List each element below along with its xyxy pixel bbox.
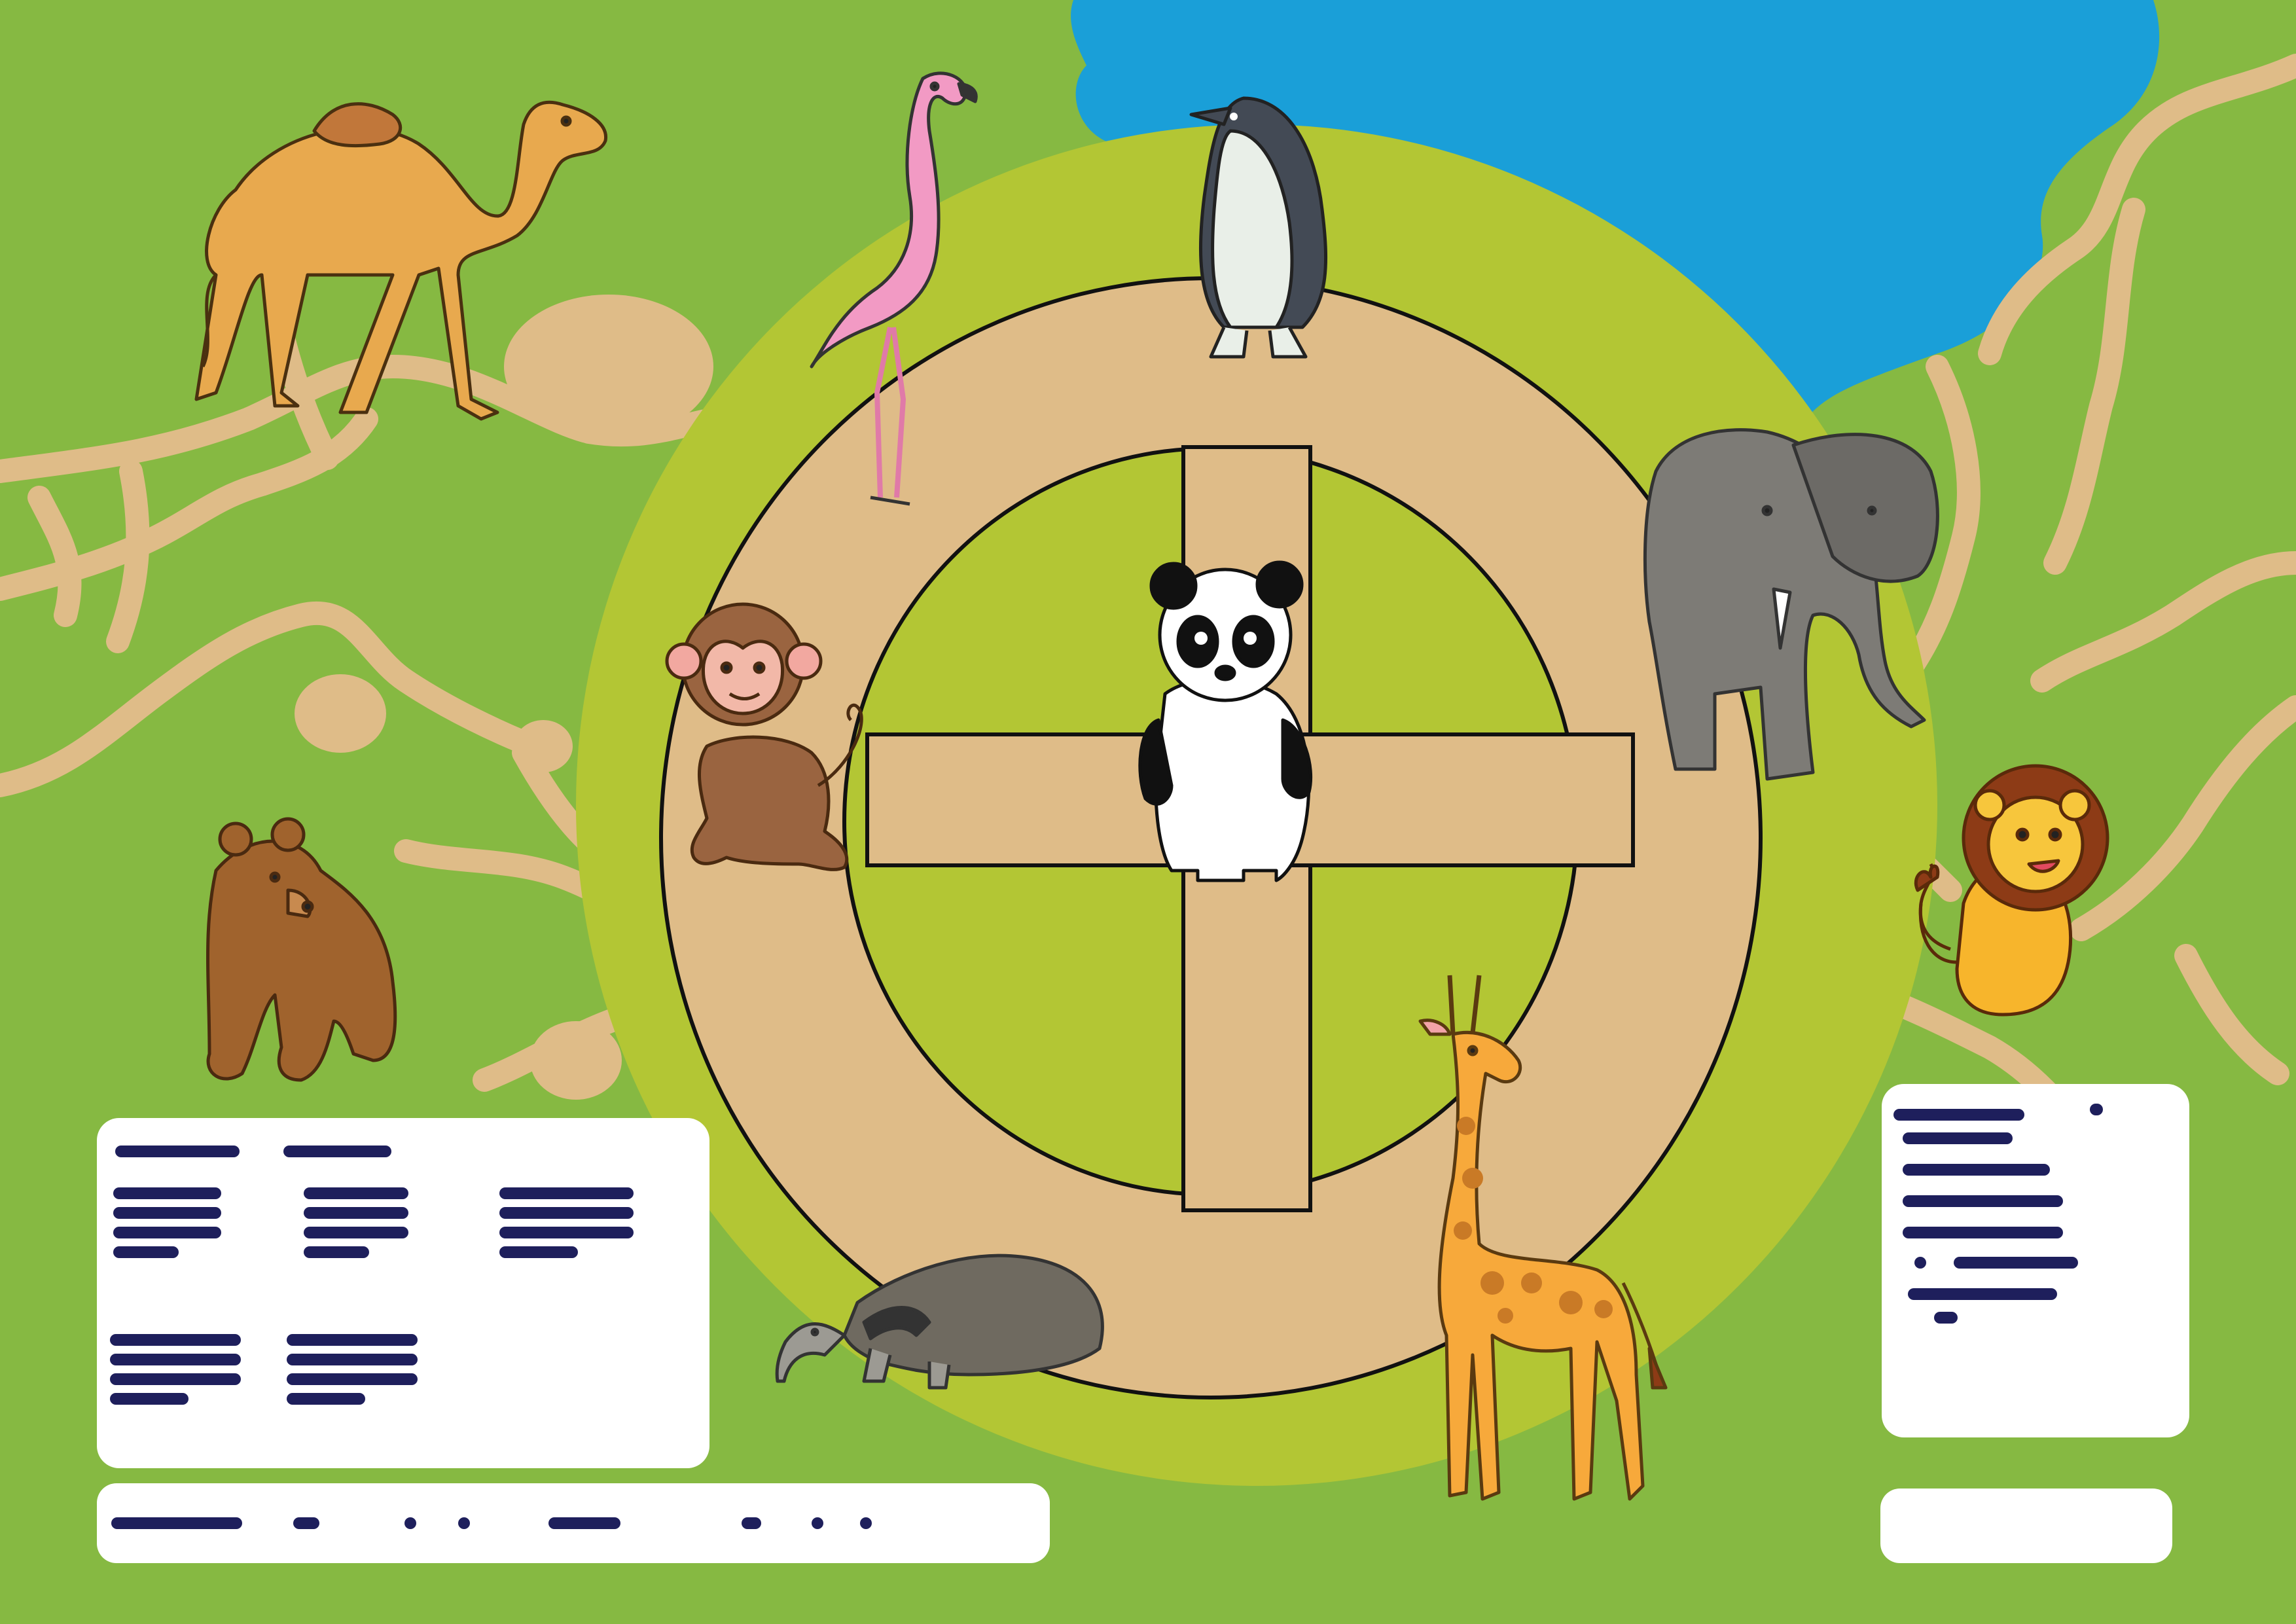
footer-left-panel [97,1483,1050,1563]
info-redacted-line [1903,1164,2050,1176]
panda-icon [1138,560,1313,882]
legend-redacted-line [304,1207,408,1219]
legend-redacted-line [113,1246,179,1258]
info-redacted-dot [1914,1257,1926,1269]
legend-redacted-line [499,1246,578,1258]
footer-redacted-dot [458,1517,470,1529]
legend-redacted-line [110,1393,188,1405]
footer-redacted-dot [404,1517,416,1529]
footer-redacted-dot [812,1517,823,1529]
legend-redacted-line [304,1187,408,1199]
legend-redacted-line [110,1354,241,1365]
info-redacted-dot [2090,1104,2103,1115]
legend-redacted-line [113,1187,221,1199]
legend-redacted-line [113,1207,221,1219]
legend-redacted-heading [115,1146,240,1157]
legend-redacted-line [499,1227,634,1238]
legend-redacted-line [287,1393,365,1405]
info-redacted-line [1903,1227,2063,1238]
legend-redacted-line [283,1146,391,1157]
legend-redacted-line [113,1227,221,1238]
legend-redacted-line [110,1334,241,1346]
info-redacted-line [1903,1195,2063,1207]
footer-redacted-line [111,1517,242,1529]
legend-panel [97,1118,709,1468]
info-redacted-line [1893,1109,2024,1121]
legend-redacted-line [110,1373,241,1385]
footer-redacted-dot [742,1517,761,1529]
info-redacted-line [1908,1288,2057,1300]
info-redacted-line [1903,1132,2013,1144]
legend-redacted-line [287,1334,418,1346]
info-redacted-dot [1934,1312,1958,1324]
legend-redacted-line [287,1354,418,1365]
legend-redacted-line [499,1187,634,1199]
footer-redacted-line [548,1517,620,1529]
legend-redacted-line [304,1227,408,1238]
footer-redacted-dot [860,1517,872,1529]
legend-redacted-line [287,1373,418,1385]
legend-redacted-line [499,1207,634,1219]
footer-redacted-dot [293,1517,319,1529]
info-redacted-line [1954,1257,2078,1269]
legend-redacted-line [304,1246,369,1258]
footer-right-panel [1880,1489,2172,1563]
info-panel [1882,1084,2189,1437]
